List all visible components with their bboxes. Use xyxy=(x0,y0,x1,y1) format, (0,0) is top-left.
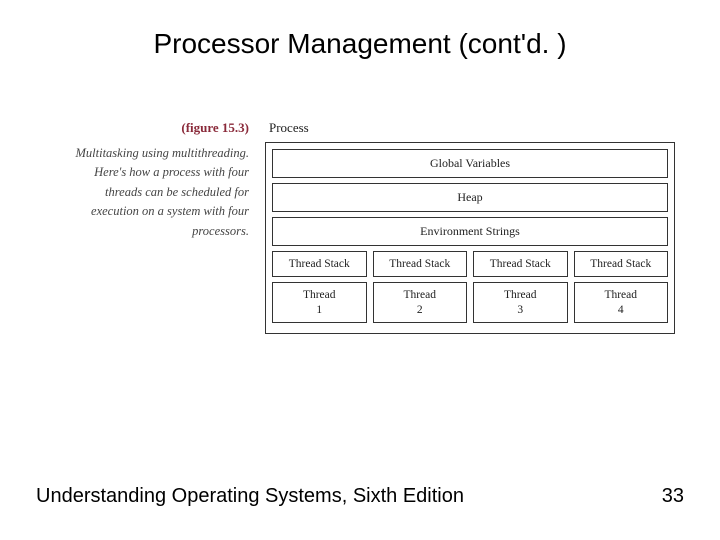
thread-stack-cell: Thread Stack xyxy=(473,251,568,277)
process-label: Process xyxy=(269,120,675,136)
segment-heap: Heap xyxy=(272,183,668,212)
thread-cell: Thread 4 xyxy=(574,282,669,323)
thread-2: Thread Stack Thread 2 xyxy=(373,251,468,323)
segment-environment-strings: Environment Strings xyxy=(272,217,668,246)
figure-caption-column: (figure 15.3) Multitasking using multith… xyxy=(75,120,265,334)
thread-row: Thread Stack Thread 1 Thread Stack Threa… xyxy=(272,251,668,323)
thread-number: 4 xyxy=(575,303,668,317)
thread-stack-cell: Thread Stack xyxy=(373,251,468,277)
thread-3: Thread Stack Thread 3 xyxy=(473,251,568,323)
thread-cell: Thread 3 xyxy=(473,282,568,323)
segment-global-variables: Global Variables xyxy=(272,149,668,178)
diagram-column: Process Global Variables Heap Environmen… xyxy=(265,120,675,334)
thread-cell: Thread 1 xyxy=(272,282,367,323)
thread-cell: Thread 2 xyxy=(373,282,468,323)
thread-4: Thread Stack Thread 4 xyxy=(574,251,669,323)
thread-number: 1 xyxy=(273,303,366,317)
footer-page-number: 33 xyxy=(662,485,684,508)
content-area: (figure 15.3) Multitasking using multith… xyxy=(75,120,675,334)
page-title: Processor Management (cont'd. ) xyxy=(0,28,720,60)
thread-stack-cell: Thread Stack xyxy=(272,251,367,277)
footer-book-title: Understanding Operating Systems, Sixth E… xyxy=(36,485,464,508)
figure-caption: Multitasking using multithreading. Here'… xyxy=(75,144,249,241)
slide: Processor Management (cont'd. ) (figure … xyxy=(0,0,720,540)
figure-label: (figure 15.3) xyxy=(75,120,249,136)
thread-name: Thread xyxy=(604,289,637,301)
thread-stack-cell: Thread Stack xyxy=(574,251,669,277)
thread-name: Thread xyxy=(303,289,336,301)
thread-number: 3 xyxy=(474,303,567,317)
thread-name: Thread xyxy=(504,289,537,301)
thread-number: 2 xyxy=(374,303,467,317)
thread-name: Thread xyxy=(403,289,436,301)
thread-1: Thread Stack Thread 1 xyxy=(272,251,367,323)
process-box: Global Variables Heap Environment String… xyxy=(265,142,675,334)
